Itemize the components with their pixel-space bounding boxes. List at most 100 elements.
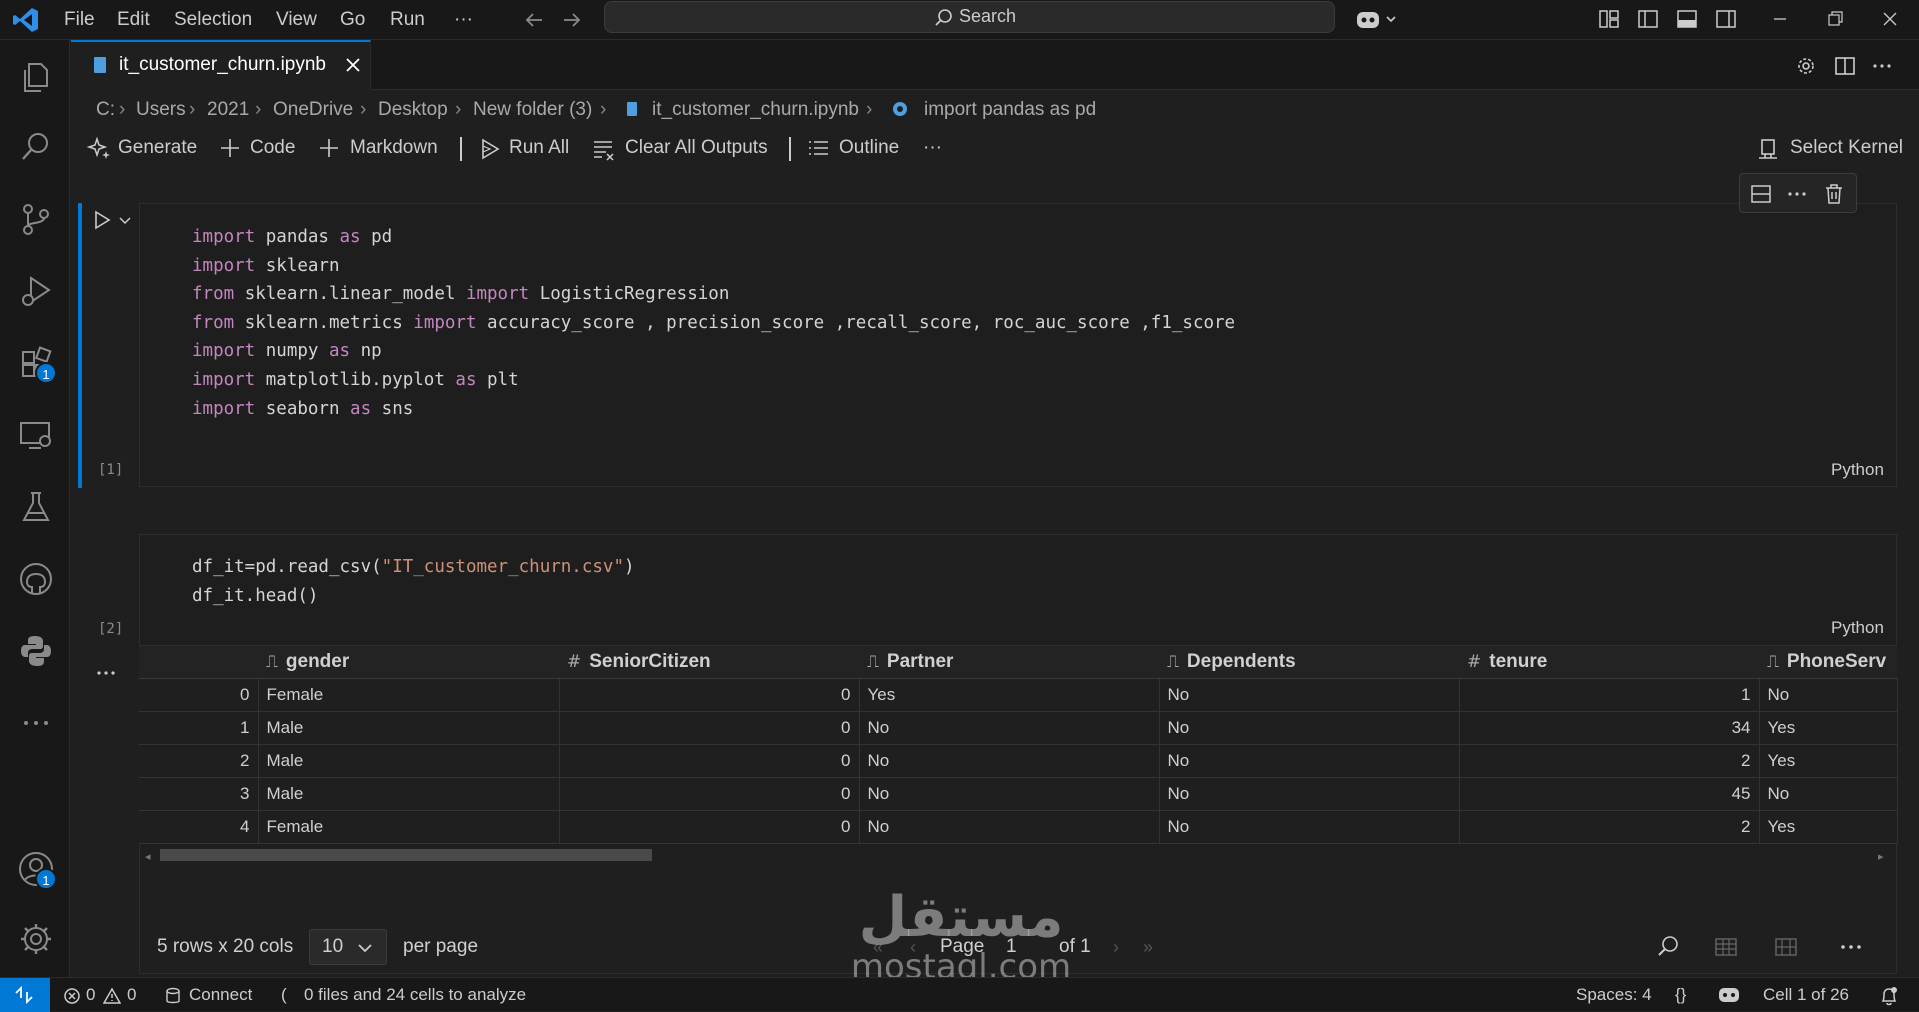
code-editor[interactable]: df_it=pd.read_csv("IT_customer_churn.csv…: [192, 553, 635, 610]
breadcrumb-item[interactable]: Desktop: [378, 99, 448, 121]
page-number[interactable]: 1: [1006, 936, 1017, 958]
indentation-spaces[interactable]: Spaces: 4: [1576, 978, 1652, 1012]
chevron-down-icon[interactable]: [118, 214, 132, 228]
close-tab-icon[interactable]: [343, 55, 363, 75]
output-more-icon[interactable]: [95, 662, 117, 684]
code-editor[interactable]: import pandas as pd import sklearn from sk…: [192, 223, 1235, 423]
split-editor-icon[interactable]: [1834, 55, 1856, 77]
search-view-icon[interactable]: [17, 128, 55, 166]
remote-indicator[interactable]: [0, 978, 50, 1012]
manage-gear-icon[interactable]: [17, 920, 55, 958]
accounts-icon[interactable]: 1: [17, 850, 57, 890]
first-page-icon[interactable]: «: [873, 937, 883, 958]
cell-position[interactable]: Cell 1 of 26: [1763, 978, 1849, 1012]
column-header[interactable]: ⎍ PhoneServ: [1759, 646, 1897, 679]
close-window-icon[interactable]: [1878, 7, 1902, 31]
restore-icon[interactable]: [1823, 7, 1847, 31]
explorer-icon[interactable]: [17, 58, 55, 96]
code-token: ): [623, 557, 635, 577]
split-cell-icon[interactable]: [1750, 183, 1772, 205]
generate-button[interactable]: Generate: [118, 134, 197, 162]
table-more-icon[interactable]: [1839, 935, 1863, 959]
per-page-label: per page: [403, 936, 479, 957]
previous-page-icon[interactable]: ‹: [910, 937, 916, 958]
toggle-panel-icon[interactable]: [1675, 7, 1699, 31]
toggle-primary-sidebar-icon[interactable]: [1636, 7, 1660, 31]
column-header[interactable]: ⎍ gender: [258, 646, 559, 679]
code-token: df_it=pd.read_csv(: [192, 557, 382, 577]
nav-forward-icon[interactable]: [560, 8, 584, 32]
menu-selection[interactable]: Selection: [168, 5, 258, 35]
breadcrumb-item[interactable]: C:: [96, 99, 115, 121]
add-markdown-cell-button[interactable]: Markdown: [350, 134, 438, 162]
toolbar-more-button[interactable]: ···: [923, 134, 942, 162]
language-mode-braces[interactable]: {}: [1675, 978, 1686, 1012]
editor-more-actions-icon[interactable]: [1871, 55, 1893, 77]
cell-language-label[interactable]: Python: [1831, 618, 1884, 638]
tab-notebook[interactable]: it_customer_churn.ipynb: [71, 40, 371, 90]
breadcrumb-item[interactable]: 2021: [207, 99, 249, 121]
menu-edit[interactable]: Edit: [111, 5, 156, 35]
customize-layout-icon[interactable]: [1597, 7, 1621, 31]
menu-go[interactable]: Go: [334, 5, 371, 35]
breadcrumb-item[interactable]: Users: [136, 99, 186, 121]
menu-view[interactable]: View: [270, 5, 323, 35]
code-line: import sklearn: [192, 252, 1235, 281]
delete-cell-trash-icon[interactable]: [1823, 183, 1845, 205]
scroll-right-icon[interactable]: ▸: [1878, 850, 1884, 863]
python-icon[interactable]: [17, 632, 55, 670]
page-label: Page: [940, 936, 985, 957]
column-header[interactable]: ⎍ Dependents: [1159, 646, 1459, 679]
table-cell: 0: [559, 777, 860, 811]
scroll-left-icon[interactable]: ◂: [145, 850, 151, 863]
menu-file[interactable]: File: [58, 5, 101, 35]
breadcrumb-item[interactable]: import pandas as pd: [924, 99, 1096, 121]
outline-button[interactable]: Outline: [839, 134, 899, 162]
breadcrumb-item[interactable]: it_customer_churn.ipynb: [652, 99, 859, 121]
connect-button[interactable]: Connect: [189, 978, 252, 1012]
filter-search-icon[interactable]: [1655, 934, 1681, 960]
menu-more[interactable]: ···: [448, 5, 479, 35]
run-cell-icon[interactable]: [91, 209, 113, 231]
per-page-value: 10: [322, 936, 344, 957]
last-page-icon[interactable]: »: [1143, 937, 1153, 958]
column-header[interactable]: # tenure: [1459, 646, 1759, 679]
next-page-icon[interactable]: ›: [1113, 937, 1119, 958]
column-header[interactable]: # SeniorCitizen: [559, 646, 859, 679]
analyze-status[interactable]: 0 files and 24 cells to analyze: [304, 978, 526, 1012]
source-control-icon[interactable]: [17, 200, 55, 238]
remote-explorer-icon[interactable]: [17, 416, 55, 454]
cell-more-icon[interactable]: [1786, 183, 1808, 205]
warning-count[interactable]: 0: [127, 978, 136, 1012]
breadcrumb-item[interactable]: New folder (3): [473, 99, 592, 121]
command-center-search[interactable]: Search: [604, 1, 1335, 33]
toggle-secondary-sidebar-icon[interactable]: [1714, 7, 1738, 31]
testing-icon[interactable]: [17, 488, 55, 526]
cell-language-label[interactable]: Python: [1831, 460, 1884, 480]
scrollbar-thumb[interactable]: [160, 849, 652, 861]
code-cell[interactable]: df_it=pd.read_csv("IT_customer_churn.csv…: [139, 534, 1897, 646]
clear-all-outputs-button[interactable]: Clear All Outputs: [625, 134, 768, 162]
error-count[interactable]: 0: [86, 978, 95, 1012]
add-code-cell-button[interactable]: Code: [250, 134, 295, 162]
minimize-icon[interactable]: [1768, 7, 1792, 31]
column-header[interactable]: ⎍ Partner: [859, 646, 1159, 679]
table-columns-icon[interactable]: [1774, 935, 1798, 959]
copilot-icon[interactable]: [1355, 7, 1399, 33]
code-cell[interactable]: import pandas as pd import sklearn from sk…: [139, 203, 1897, 487]
menu-run[interactable]: Run: [384, 5, 431, 35]
nav-back-icon[interactable]: [522, 8, 546, 32]
copilot-status-icon[interactable]: [1717, 984, 1741, 1006]
notifications-bell-icon[interactable]: [1880, 986, 1898, 1006]
notebook-settings-gear-icon[interactable]: [1795, 55, 1817, 77]
horizontal-scrollbar[interactable]: ◂ ▸: [145, 848, 1890, 863]
breadcrumb-item[interactable]: OneDrive: [273, 99, 353, 121]
per-page-select[interactable]: 10: [309, 929, 387, 965]
run-all-button[interactable]: Run All: [509, 134, 569, 162]
extensions-icon[interactable]: 1: [17, 344, 57, 384]
select-kernel-button[interactable]: Select Kernel: [1790, 134, 1903, 162]
more-views-icon[interactable]: [17, 704, 55, 742]
github-icon[interactable]: [17, 560, 55, 598]
table-grid-icon[interactable]: [1714, 935, 1738, 959]
run-debug-icon[interactable]: [17, 272, 55, 310]
